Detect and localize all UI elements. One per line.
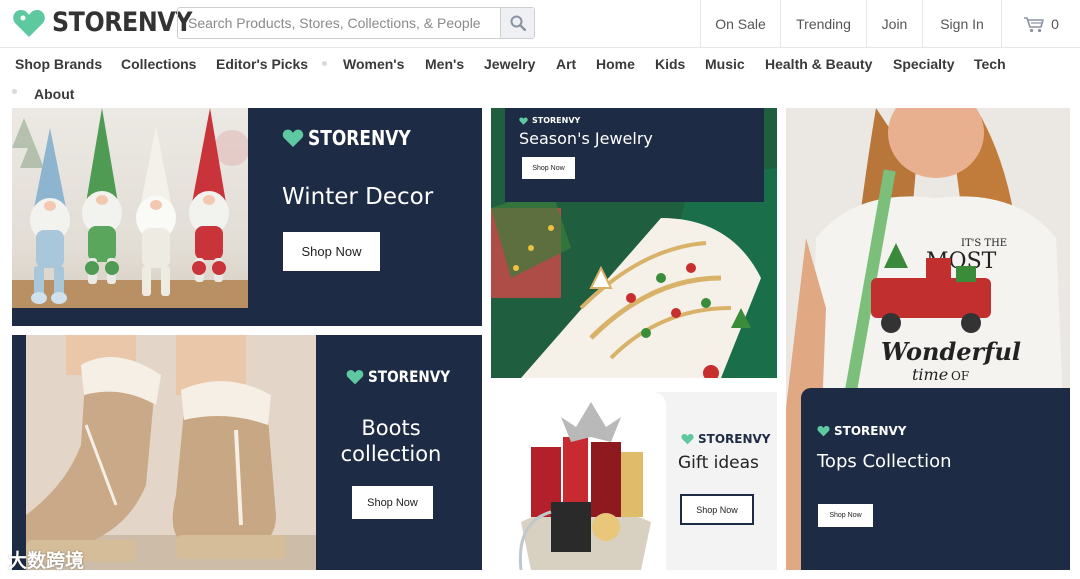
heart-tag-icon xyxy=(519,117,528,125)
tops-title-panel: STORENVY Tops Collection Shop Now xyxy=(801,388,1070,570)
storenvy-brand-mark: STORENVY xyxy=(519,116,580,125)
nav-shop-brands[interactable]: Shop Brands xyxy=(15,56,102,72)
watermark: 大数跨境 xyxy=(8,550,85,572)
brand-text: STORENVY xyxy=(308,126,411,150)
category-nav: Shop Brands Collections Editor's Picks W… xyxy=(0,49,1080,102)
winter-decor-title: Winter Decor xyxy=(282,184,434,210)
storenvy-brand-mark: STORENVY xyxy=(681,432,771,446)
nav-health-beauty[interactable]: Health & Beauty xyxy=(765,56,872,72)
heart-tag-icon xyxy=(817,426,830,437)
tops-collection-banner[interactable]: IT'S THE MOST Wonderful time OF STORENVY… xyxy=(786,108,1070,570)
storenvy-brand-mark: STORENVY xyxy=(817,424,907,438)
gift-ideas-shop-now-button[interactable]: Shop Now xyxy=(680,494,754,525)
heart-tag-icon xyxy=(282,129,304,148)
brand-text: STORENVY xyxy=(532,116,581,125)
gift-ideas-title: Gift ideas xyxy=(678,453,759,473)
join-link[interactable]: Join xyxy=(866,0,922,48)
nav-womens[interactable]: Women's xyxy=(343,56,404,72)
logo-text: STORENVY xyxy=(52,7,193,38)
seasons-jewelry-shop-now-button[interactable]: Shop Now xyxy=(522,157,575,179)
nav-separator xyxy=(12,89,17,94)
trending-link[interactable]: Trending xyxy=(780,0,866,48)
cart-icon xyxy=(1024,16,1044,32)
on-sale-link[interactable]: On Sale xyxy=(700,0,780,48)
boots-photo xyxy=(26,335,316,570)
nav-jewelry[interactable]: Jewelry xyxy=(484,56,535,72)
search-bar xyxy=(177,7,535,39)
nav-tech[interactable]: Tech xyxy=(974,56,1006,72)
cart-button[interactable]: 0 xyxy=(1001,0,1080,48)
gift-basket-photo xyxy=(491,392,666,570)
nav-art[interactable]: Art xyxy=(556,56,576,72)
boots-collection-banner[interactable]: STORENVY Boots collection Shop Now xyxy=(12,335,482,570)
nav-mens[interactable]: Men's xyxy=(425,56,464,72)
shirt-print-time: time xyxy=(912,365,948,384)
winter-decor-shop-now-button[interactable]: Shop Now xyxy=(283,232,380,271)
tops-collection-title: Tops Collection xyxy=(817,451,952,472)
shirt-print-of: OF xyxy=(951,369,969,383)
nav-home[interactable]: Home xyxy=(596,56,635,72)
nav-kids[interactable]: Kids xyxy=(655,56,685,72)
brand-text: STORENVY xyxy=(368,367,451,386)
top-links: On Sale Trending Join Sign In 0 xyxy=(700,0,1080,48)
boots-title-line-1: Boots xyxy=(361,416,421,440)
shirt-print-wonderful: Wonderful xyxy=(881,337,1021,366)
gnomes-photo xyxy=(12,108,248,308)
top-bar: STORENVY On Sale Trending Join Sign In 0 xyxy=(0,0,1080,48)
nav-about[interactable]: About xyxy=(34,86,74,102)
sign-in-link[interactable]: Sign In xyxy=(922,0,1001,48)
jewelry-title-panel: STORENVY Season's Jewelry Shop Now xyxy=(505,108,764,202)
heart-tag-icon xyxy=(346,369,364,384)
seasons-jewelry-title: Season's Jewelry xyxy=(519,129,653,148)
search-input[interactable] xyxy=(178,8,500,38)
storenvy-brand-mark: STORENVY xyxy=(282,126,429,150)
shirt-print-its-the: IT'S THE xyxy=(961,238,1007,249)
nav-separator xyxy=(322,61,327,66)
search-icon xyxy=(510,15,526,31)
tops-collection-shop-now-button[interactable]: Shop Now xyxy=(818,504,873,527)
cart-count: 0 xyxy=(1051,16,1059,32)
heart-tag-icon xyxy=(681,434,694,445)
nav-music[interactable]: Music xyxy=(705,56,745,72)
boots-collection-title: Boots collection xyxy=(336,415,446,467)
heart-tag-logo-icon xyxy=(13,9,45,37)
brand-text: STORENVY xyxy=(698,432,771,446)
winter-decor-banner[interactable]: STORENVY Winter Decor Shop Now xyxy=(12,108,482,326)
nav-editors-picks[interactable]: Editor's Picks xyxy=(216,56,308,72)
nav-collections[interactable]: Collections xyxy=(121,56,196,72)
storenvy-brand-mark: STORENVY xyxy=(346,367,465,386)
brand-text: STORENVY xyxy=(834,424,907,438)
search-button[interactable] xyxy=(500,8,534,38)
seasons-jewelry-banner[interactable]: STORENVY Season's Jewelry Shop Now xyxy=(491,108,777,378)
nav-specialty[interactable]: Specialty xyxy=(893,56,954,72)
gift-ideas-banner[interactable]: STORENVY Gift ideas Shop Now xyxy=(491,392,777,570)
boots-title-line-2: collection xyxy=(340,442,442,466)
boots-collection-shop-now-button[interactable]: Shop Now xyxy=(352,486,433,519)
